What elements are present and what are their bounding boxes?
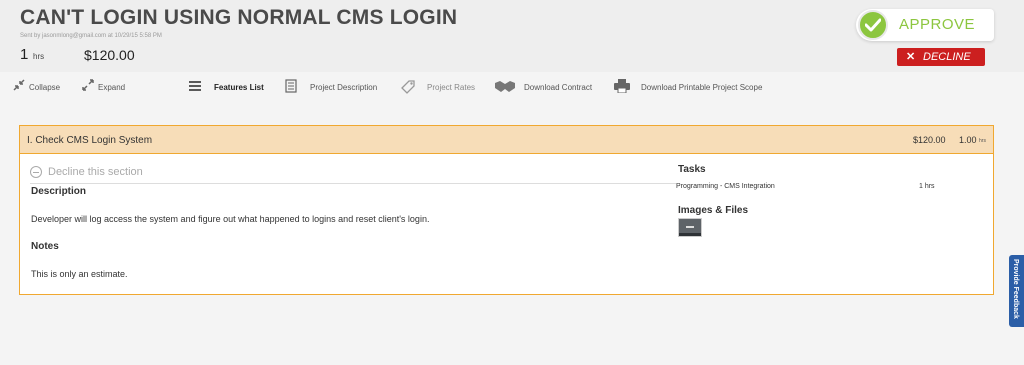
- tab-features-list[interactable]: Features List: [188, 79, 264, 95]
- download-contract-button[interactable]: Download Contract: [494, 79, 594, 95]
- section-title: I. Check CMS Login System: [27, 135, 153, 146]
- download-scope-button[interactable]: Download Printable Project Scope: [614, 79, 764, 95]
- expand-button[interactable]: Expand: [82, 79, 130, 95]
- expand-icon: [82, 79, 94, 91]
- section-header[interactable]: I. Check CMS Login System $120.00 1.00 h…: [20, 126, 993, 154]
- feature-section: I. Check CMS Login System $120.00 1.00 h…: [19, 125, 994, 295]
- divider: [30, 183, 676, 184]
- images-files-heading: Images & Files: [678, 205, 749, 216]
- decline-section-label: Decline this section: [48, 166, 143, 178]
- list-icon: [189, 81, 201, 91]
- section-hours-unit: hrs: [979, 138, 986, 144]
- provide-feedback-tab[interactable]: Provide Feedback: [1009, 255, 1024, 327]
- notes-heading: Notes: [31, 241, 59, 252]
- tab-project-description[interactable]: Project Description: [285, 79, 380, 95]
- close-icon: ✕: [906, 51, 916, 63]
- tab-project-rates[interactable]: Project Rates: [400, 79, 476, 95]
- task-name: Programming - CMS Integration: [676, 183, 775, 190]
- approve-label: APPROVE: [899, 16, 976, 33]
- hours-value: 1: [20, 46, 29, 63]
- decline-button[interactable]: ✕ DECLINE: [897, 48, 985, 66]
- price-tag-icon: [401, 80, 415, 94]
- description-text: Developer will log access the system and…: [31, 214, 430, 224]
- section-hours: 1.00: [959, 135, 977, 145]
- sent-by-text: Sent by jasonmlong@gmail.com at 10/29/15…: [20, 33, 162, 39]
- project-description-label: Project Description: [310, 83, 378, 92]
- total-price: $120.00: [84, 47, 135, 63]
- section-price: $120.00: [913, 135, 946, 145]
- checkmark-icon: [858, 10, 888, 40]
- decline-label: DECLINE: [923, 51, 971, 63]
- collapse-label: Collapse: [29, 83, 61, 92]
- collapse-icon: [13, 79, 25, 91]
- header: CAN'T LOGIN USING NORMAL CMS LOGIN Sent …: [0, 0, 1024, 72]
- document-icon: [285, 79, 297, 93]
- description-heading: Description: [31, 186, 87, 197]
- download-contract-label: Download Contract: [524, 83, 593, 92]
- download-scope-label: Download Printable Project Scope: [641, 83, 763, 92]
- task-hours: 1 hrs: [919, 183, 935, 190]
- project-rates-label: Project Rates: [427, 83, 476, 92]
- approve-button[interactable]: APPROVE: [856, 9, 994, 41]
- tasks-heading: Tasks: [678, 164, 706, 175]
- hours-unit: hrs: [33, 52, 45, 61]
- notes-text: This is only an estimate.: [31, 269, 128, 279]
- features-list-label: Features List: [214, 83, 264, 92]
- expand-label: Expand: [98, 83, 126, 92]
- toolbar: Collapse Expand Features List Project De…: [0, 73, 1024, 101]
- handshake-icon: [495, 81, 515, 92]
- printer-icon: [614, 79, 630, 93]
- collapse-button[interactable]: Collapse: [13, 79, 65, 95]
- page-title: CAN'T LOGIN USING NORMAL CMS LOGIN: [20, 6, 458, 29]
- minus-circle-icon: [30, 166, 42, 178]
- provide-feedback-label: Provide Feedback: [1012, 259, 1019, 319]
- image-thumbnail[interactable]: [678, 218, 702, 237]
